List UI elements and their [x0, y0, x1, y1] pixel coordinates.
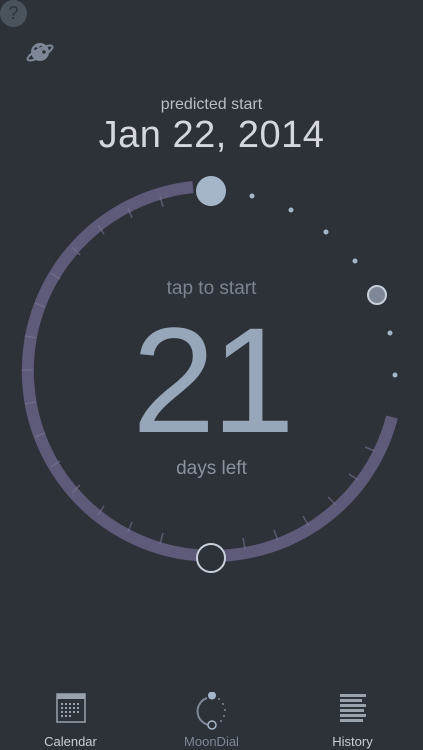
tab-bar: Calendar MoonDial History [0, 680, 423, 750]
current-day-knob[interactable] [196, 176, 226, 206]
theme-button[interactable] [25, 38, 55, 68]
days-left-label: days left [176, 458, 247, 479]
period-start-knob[interactable] [196, 543, 226, 573]
help-button[interactable]: ? [0, 0, 27, 27]
tab-calendar[interactable]: Calendar [0, 680, 141, 750]
history-icon [339, 694, 366, 722]
tab-history-label: History [332, 734, 373, 749]
tab-moondial[interactable]: MoonDial [141, 680, 282, 750]
question-icon: ? [8, 3, 19, 23]
planet-palette-icon [26, 43, 54, 62]
tab-history[interactable]: History [282, 680, 423, 750]
predicted-start-label: predicted start [160, 96, 263, 113]
moondial-icon [196, 692, 226, 730]
calendar-icon [55, 693, 86, 723]
tab-calendar-label: Calendar [44, 734, 97, 749]
predicted-date: Jan 22, 2014 [98, 114, 325, 156]
tab-moondial-label: MoonDial [184, 734, 239, 749]
days-left-count: 21 [132, 296, 295, 464]
